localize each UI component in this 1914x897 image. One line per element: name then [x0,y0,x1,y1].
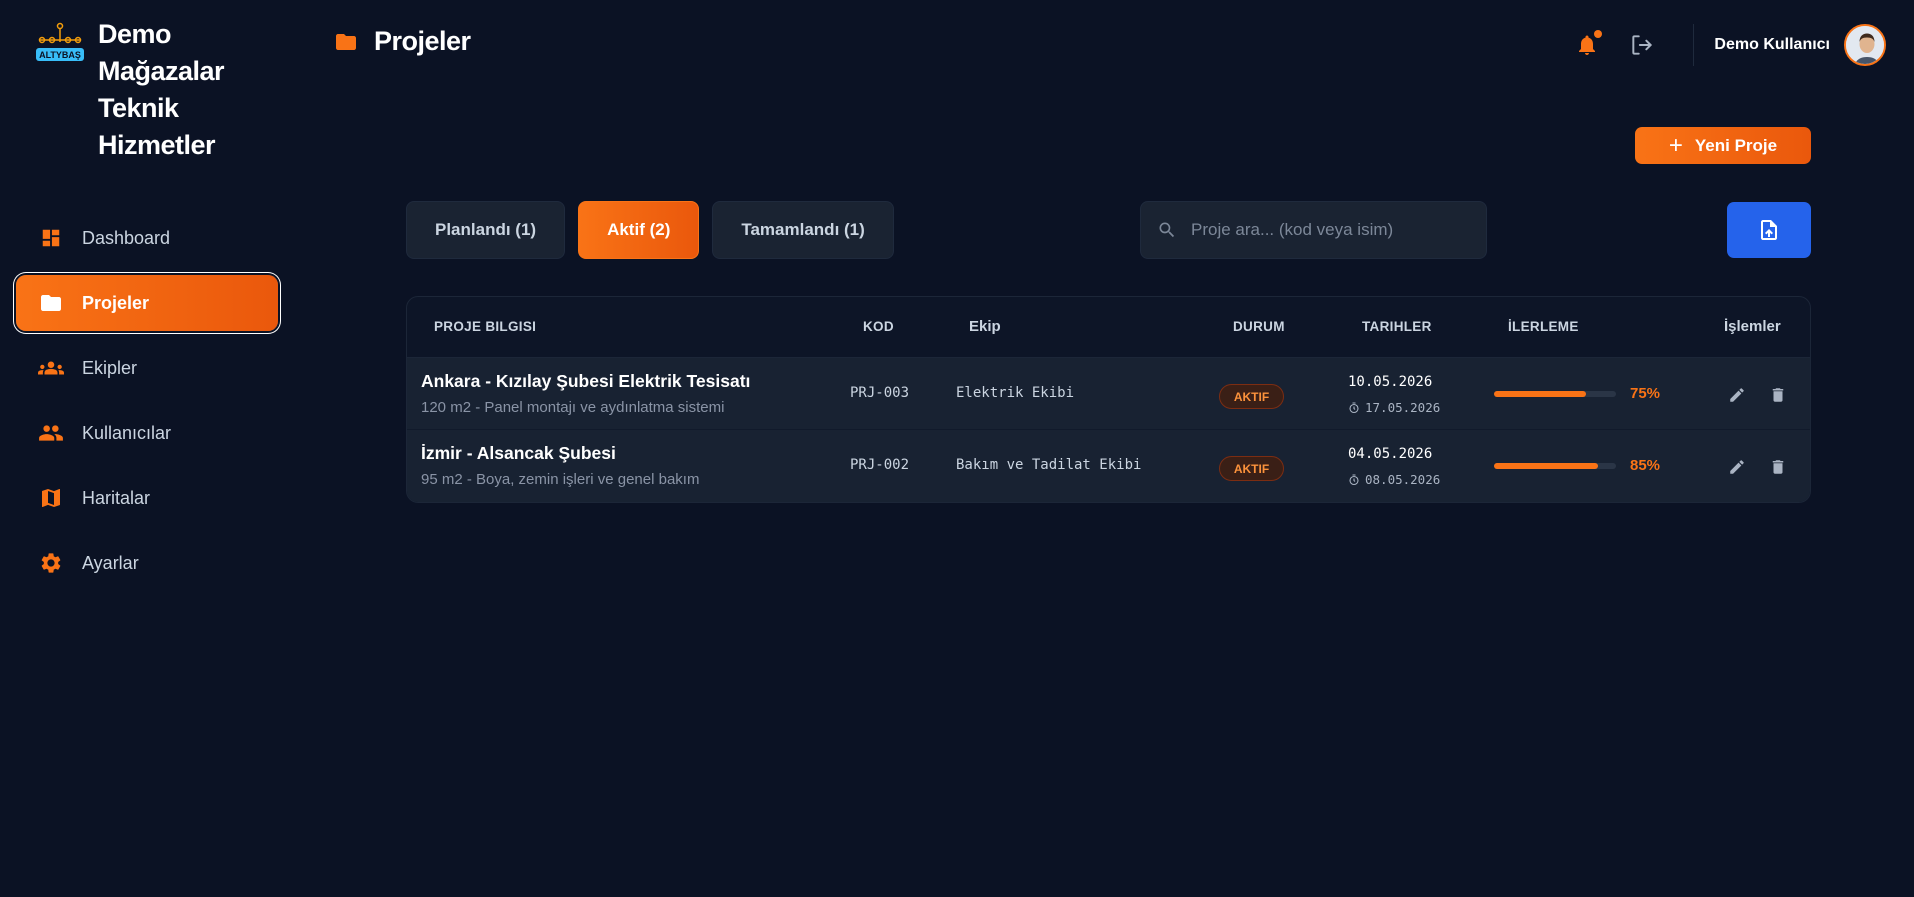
tab-aktif[interactable]: Aktif (2) [578,201,700,259]
table-row[interactable]: Ankara - Kızılay Şubesi Elektrik Tesisat… [407,358,1810,430]
column-header-durum: DURUM [1233,319,1285,334]
status-badge: AKTIF [1219,456,1284,481]
search-box [1140,201,1487,259]
header-divider [1693,24,1695,66]
project-team: Bakım ve Tadilat Ekibi [956,457,1142,473]
column-header-tarihler: TARIHLER [1362,319,1432,334]
search-input[interactable] [1191,220,1481,240]
plus-icon: + [1668,131,1683,159]
sidebar-item-ekipler[interactable]: Ekipler [16,340,278,396]
column-header-kod: KOD [863,319,894,334]
people-icon [38,420,64,446]
new-project-label: Yeni Proje [1694,135,1778,155]
trash-icon[interactable] [1769,458,1787,476]
progress-bar [1494,463,1616,469]
sidebar: ALTYBAŞ Demo Mağazalar Teknik Hizmetler … [0,0,292,897]
edit-icon[interactable] [1728,458,1746,476]
dashboard-icon [38,225,64,251]
top-header: Projeler Demo Kullanıcı [292,0,1914,90]
table-row[interactable]: İzmir - Alsancak Şubesi 95 m2 - Boya, ze… [407,430,1810,502]
column-header-ilerleme: İLERLEME [1508,319,1579,334]
search-icon [1157,220,1177,240]
sidebar-item-label: Projeler [82,292,150,313]
folder-icon [38,290,64,316]
end-date: 17.05.2026 [1365,400,1441,415]
sidebar-item-label: Ekipler [82,357,138,378]
logout-icon[interactable] [1629,32,1655,58]
column-header-ekip: Ekip [969,318,1001,335]
svg-text:ALTYBAŞ: ALTYBAŞ [39,50,81,60]
page-title-text: Projeler [374,26,471,56]
projects-table: PROJE BILGISI KOD Ekip DURUM TARIHLER İL… [406,296,1811,503]
user-name[interactable]: Demo Kullanıcı [1714,36,1830,54]
table-header: PROJE BILGISI KOD Ekip DURUM TARIHLER İL… [407,297,1810,358]
project-subtitle: 95 m2 - Boya, zemin işleri ve genel bakı… [421,471,700,488]
project-title[interactable]: İzmir - Alsancak Şubesi [421,443,616,464]
sidebar-item-label: Ayarlar [82,552,139,573]
progress-label: 85% [1630,457,1661,474]
sidebar-item-dashboard[interactable]: Dashboard [16,210,278,266]
company-logo: ALTYBAŞ [36,22,84,70]
groups-icon [38,355,64,381]
sidebar-item-ayarlar[interactable]: Ayarlar [16,535,278,591]
file-upload-icon [1757,218,1781,242]
end-date-wrap: 17.05.2026 [1348,400,1440,415]
trash-icon[interactable] [1769,386,1787,404]
header-actions: Demo Kullanıcı [1575,22,1886,68]
sidebar-item-label: Kullanıcılar [82,422,172,443]
edit-icon[interactable] [1728,386,1746,404]
column-header-islemler: İşlemler [1724,318,1781,335]
progress-fill [1494,391,1586,397]
page-title: Projeler [334,26,471,57]
progress-fill [1494,463,1598,469]
project-title[interactable]: Ankara - Kızılay Şubesi Elektrik Tesisat… [421,371,750,392]
map-icon [38,485,64,511]
status-tabs: Planlandı (1) Aktif (2) Tamamlandı (1) [406,201,907,259]
project-code: PRJ-002 [850,457,910,473]
clock-icon [1348,401,1360,414]
start-date: 04.05.2026 [1348,446,1433,462]
end-date-wrap: 08.05.2026 [1348,472,1440,487]
sidebar-item-label: Dashboard [82,227,171,248]
project-code: PRJ-003 [850,385,910,401]
sidebar-nav: Dashboard Projeler Ekipler Kullanıcılar … [16,210,278,600]
avatar[interactable] [1844,24,1886,66]
column-header-proje-bilgisi: PROJE BILGISI [434,319,537,334]
new-project-button[interactable]: + Yeni Proje [1635,127,1811,164]
end-date: 08.05.2026 [1365,472,1441,487]
folder-icon [334,30,358,54]
sidebar-item-kullanicilar[interactable]: Kullanıcılar [16,405,278,461]
brand-name: Demo Mağazalar Teknik Hizmetler [98,19,225,160]
upload-file-button[interactable] [1727,202,1811,258]
gear-icon [38,550,64,576]
notification-dot [1594,30,1603,38]
progress-label: 75% [1630,385,1661,402]
tab-tamamlandi[interactable]: Tamamlandı (1) [712,201,894,259]
sidebar-item-projeler[interactable]: Projeler [16,275,278,331]
brand[interactable]: ALTYBAŞ Demo Mağazalar Teknik Hizmetler [36,16,225,160]
project-subtitle: 120 m2 - Panel montajı ve aydınlatma sis… [421,399,725,416]
sidebar-item-label: Haritalar [82,487,151,508]
clock-icon [1348,473,1360,486]
sidebar-item-haritalar[interactable]: Haritalar [16,470,278,526]
project-team: Elektrik Ekibi [956,385,1075,401]
tab-planlandi[interactable]: Planlandı (1) [406,201,566,259]
notification-bell-icon[interactable] [1575,30,1603,57]
start-date: 10.05.2026 [1348,374,1433,390]
progress-bar [1494,391,1616,397]
status-badge: AKTIF [1219,384,1284,409]
